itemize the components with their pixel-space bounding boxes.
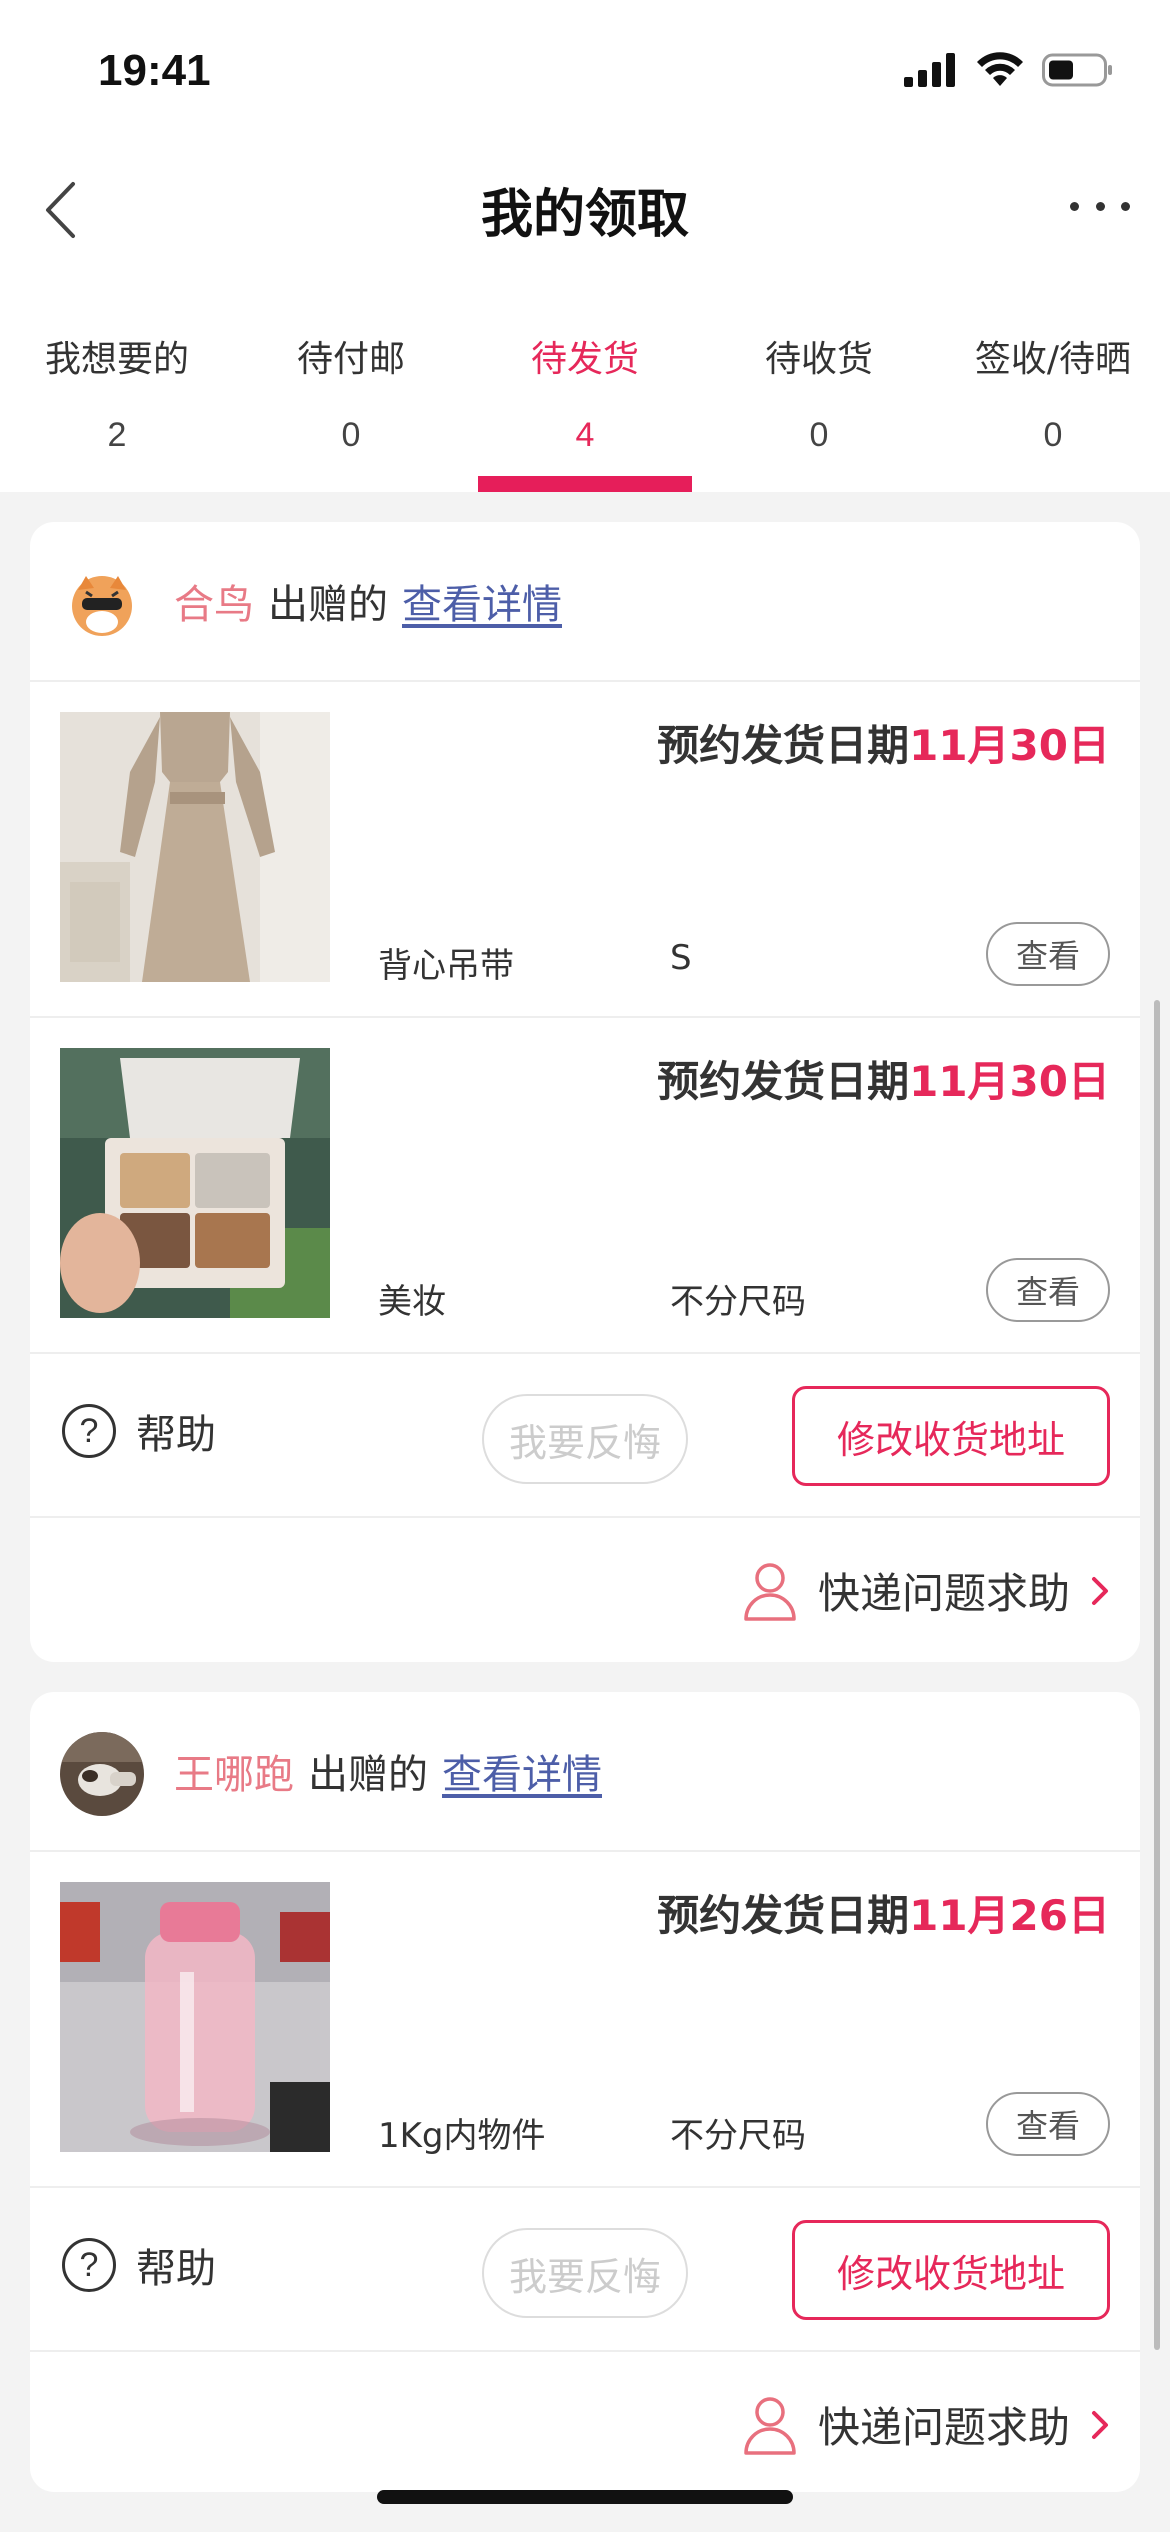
- list-item: 预约发货日期11月30日 背心吊带 S 查看: [30, 682, 1140, 1018]
- view-button[interactable]: 查看: [986, 2092, 1110, 2156]
- ship-label: 预约发货日期: [657, 1057, 910, 1106]
- status-tabs: 我想要的 2 待付邮 0 待发货 4 待收货 0 签收/待晒 0: [0, 300, 1170, 492]
- item-size: 不分尺码: [670, 1282, 806, 1322]
- avatar[interactable]: [60, 1732, 144, 1816]
- help-label: 帮助: [136, 1412, 216, 1458]
- change-address-button[interactable]: 修改收货地址: [792, 2220, 1110, 2320]
- question-circle-icon: ?: [62, 2238, 116, 2292]
- scrollbar[interactable]: [1154, 1000, 1160, 2350]
- express-help-row: 快递问题求助: [30, 1518, 1140, 1662]
- product-image-dress[interactable]: [60, 712, 330, 982]
- order-card: 王哪跑 出赠的 查看详情 预约发货日期11月26日 1Kg内物件 不分尺码 查看: [30, 1692, 1140, 2492]
- ship-date-text: 预约发货日期11月30日: [657, 712, 1110, 773]
- tab-label: 待收货: [764, 339, 873, 380]
- ship-date: 11月26日: [909, 1891, 1110, 1940]
- item-size: 不分尺码: [670, 2116, 806, 2156]
- cellular-signal-icon: [904, 53, 955, 87]
- tab-count: 2: [107, 416, 127, 454]
- giver-name[interactable]: 合鸟: [174, 572, 254, 630]
- view-button[interactable]: 查看: [986, 922, 1110, 986]
- view-details-link[interactable]: 查看详情: [402, 572, 562, 630]
- home-indicator[interactable]: [377, 2490, 793, 2504]
- more-options-button[interactable]: [1070, 186, 1130, 226]
- tab-await-receipt[interactable]: 待收货 0: [702, 300, 936, 492]
- view-details-link[interactable]: 查看详情: [442, 1742, 602, 1800]
- item-name: 美妆: [378, 1282, 446, 1322]
- status-bar: 19:41: [0, 0, 1170, 150]
- chevron-right-icon: [1092, 2410, 1108, 2439]
- wifi-icon: [977, 52, 1023, 86]
- ship-label: 预约发货日期: [657, 721, 910, 770]
- change-address-button[interactable]: 修改收货地址: [792, 1386, 1110, 1486]
- tab-count: 0: [1043, 416, 1063, 454]
- more-dot-icon: [1070, 201, 1079, 211]
- tab-want[interactable]: 我想要的 2: [0, 300, 234, 492]
- express-help-label: 快递问题求助: [817, 2403, 1070, 2452]
- order-card: 合鸟 出赠的 查看详情 预约发货日期11月30日 背心吊带 S 查看 预约发货日…: [30, 522, 1140, 1662]
- help-label: 帮助: [136, 2246, 216, 2292]
- tab-label: 待付邮: [296, 339, 405, 380]
- ship-date: 11月30日: [909, 1057, 1110, 1106]
- card-actions: ? 帮助 我要反悔 修改收货地址: [30, 1354, 1140, 1518]
- card-header: 合鸟 出赠的 查看详情: [30, 522, 1140, 682]
- gave-text: 出赠的: [308, 1752, 428, 1798]
- item-size: S: [670, 938, 692, 978]
- ship-label: 预约发货日期: [657, 1891, 910, 1940]
- battery-icon: [1042, 53, 1112, 87]
- avatar[interactable]: [60, 562, 144, 646]
- person-icon: [744, 2396, 796, 2455]
- question-circle-icon: ?: [62, 1404, 116, 1458]
- more-dot-icon: [1095, 201, 1105, 211]
- card-header: 王哪跑 出赠的 查看详情: [30, 1692, 1140, 1852]
- view-button[interactable]: 查看: [986, 1258, 1110, 1322]
- person-icon: [744, 1562, 796, 1621]
- item-name: 背心吊带: [378, 946, 514, 986]
- ship-date: 11月30日: [909, 721, 1110, 770]
- item-name: 1Kg内物件: [378, 2116, 546, 2156]
- ship-date-text: 预约发货日期11月30日: [657, 1048, 1110, 1109]
- tab-label: 我想要的: [44, 339, 189, 380]
- gave-text: 出赠的: [268, 582, 388, 628]
- status-time: 19:41: [98, 46, 211, 95]
- tab-count: 0: [809, 416, 829, 454]
- help-button[interactable]: ? 帮助: [62, 1402, 216, 1460]
- express-help-label: 快递问题求助: [817, 1569, 1070, 1618]
- tab-await-postage[interactable]: 待付邮 0: [234, 300, 468, 492]
- card-actions: ? 帮助 我要反悔 修改收货地址: [30, 2188, 1140, 2352]
- tab-label: 待发货: [530, 339, 639, 380]
- express-help-row: 快递问题求助: [30, 2352, 1140, 2492]
- ship-date-text: 预约发货日期11月26日: [657, 1882, 1110, 1943]
- help-button[interactable]: ? 帮助: [62, 2236, 216, 2294]
- express-help-button[interactable]: 快递问题求助: [742, 1560, 1110, 1621]
- product-image-water-bottle[interactable]: [60, 1882, 330, 2152]
- tab-count: 4: [575, 416, 595, 454]
- status-icons: [904, 52, 1114, 88]
- tab-count: 0: [341, 416, 361, 454]
- list-item: 预约发货日期11月26日 1Kg内物件 不分尺码 查看: [30, 1852, 1140, 2188]
- tab-await-shipping[interactable]: 待发货 4: [468, 300, 702, 492]
- tab-signed-review[interactable]: 签收/待晒 0: [936, 300, 1170, 492]
- list-item: 预约发货日期11月30日 美妆 不分尺码 查看: [30, 1018, 1140, 1354]
- express-help-button[interactable]: 快递问题求助: [742, 2394, 1110, 2455]
- page-title: 我的领取: [480, 185, 689, 245]
- product-image-eyeshadow[interactable]: [60, 1048, 330, 1318]
- tab-label: 签收/待晒: [974, 339, 1132, 380]
- giver-name[interactable]: 王哪跑: [174, 1742, 294, 1800]
- nav-bar: 我的领取: [0, 150, 1170, 300]
- regret-button[interactable]: 我要反悔: [482, 1394, 688, 1484]
- regret-button[interactable]: 我要反悔: [482, 2228, 688, 2318]
- more-dot-icon: [1121, 201, 1130, 211]
- tab-active-indicator: [478, 476, 692, 492]
- chevron-right-icon: [1092, 1576, 1108, 1605]
